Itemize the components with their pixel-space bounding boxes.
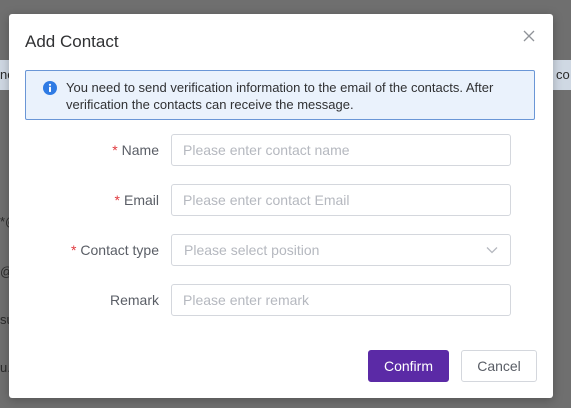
remark-label-text: Remark: [109, 292, 159, 308]
verification-notice: You need to send verification informatio…: [25, 70, 535, 120]
cancel-button[interactable]: Cancel: [461, 350, 537, 382]
remark-input[interactable]: [171, 284, 511, 316]
contact-type-label: * Contact type: [25, 234, 159, 266]
name-input[interactable]: [171, 134, 511, 166]
contact-type-select[interactable]: Please select position: [171, 234, 511, 266]
notice-text: You need to send verification informatio…: [66, 80, 494, 112]
name-row: * Name: [25, 134, 537, 166]
required-mark: *: [70, 242, 77, 258]
info-icon: [43, 81, 57, 95]
email-label-text: Email: [123, 192, 159, 208]
background-text: co: [556, 67, 570, 82]
contact-type-label-text: Contact type: [80, 242, 159, 258]
close-button[interactable]: [521, 28, 537, 44]
email-input[interactable]: [171, 184, 511, 216]
email-row: * Email: [25, 184, 537, 216]
confirm-button[interactable]: Confirm: [368, 350, 449, 382]
contact-type-row: * Contact type Please select position: [25, 234, 537, 266]
dialog-title: Add Contact: [25, 32, 119, 51]
contact-type-placeholder: Please select position: [184, 242, 320, 258]
chevron-down-icon: [486, 247, 498, 254]
email-label: * Email: [25, 184, 159, 216]
name-label-text: Name: [121, 142, 159, 158]
remark-row: Remark: [25, 284, 537, 316]
required-mark: *: [112, 142, 118, 158]
required-mark: *: [114, 192, 120, 208]
close-icon: [523, 30, 535, 42]
name-label: * Name: [25, 134, 159, 166]
add-contact-dialog: Add Contact You need to send verificatio…: [9, 14, 553, 398]
remark-label: Remark: [25, 284, 159, 316]
